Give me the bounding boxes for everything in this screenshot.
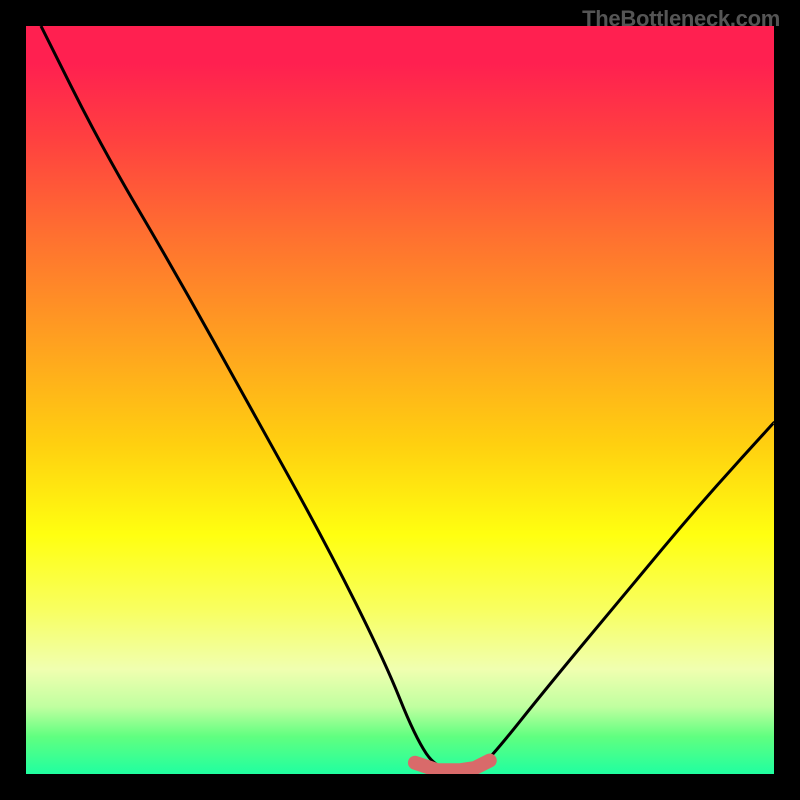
bottleneck-curve xyxy=(41,26,774,770)
curve-svg xyxy=(26,26,774,774)
optimal-band-curve xyxy=(415,761,490,771)
chart-plot-area xyxy=(26,26,774,774)
watermark-text: TheBottleneck.com xyxy=(582,6,780,32)
chart-container: TheBottleneck.com xyxy=(0,0,800,800)
